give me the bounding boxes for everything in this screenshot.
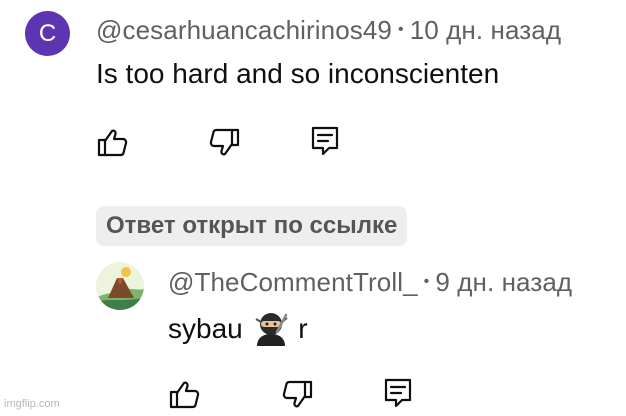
thumbs-down-icon — [280, 378, 314, 412]
reply-avatar[interactable] — [96, 262, 144, 310]
reply-comment-icon — [381, 376, 415, 410]
reply-like-button[interactable] — [168, 378, 202, 412]
reply-text-before: sybau — [168, 313, 243, 344]
thumbs-up-icon — [96, 126, 130, 160]
reply-meta: @TheCommentTroll_ • 9 дн. назад — [168, 267, 572, 298]
reply-timestamp[interactable]: 9 дн. назад — [435, 267, 572, 297]
thumbs-down-icon — [207, 126, 241, 160]
reply-author[interactable]: @TheCommentTroll_ — [168, 267, 418, 297]
comment-text: Is too hard and so inconscienten — [96, 58, 500, 89]
meta-separator: • — [397, 21, 404, 39]
ninja-emoji-icon — [253, 310, 289, 346]
comment-meta: @cesarhuancachirinos49 • 10 дн. назад — [96, 15, 561, 46]
volcano-landscape-icon — [96, 262, 144, 310]
meta-separator: • — [423, 273, 430, 291]
avatar-letter: C — [38, 19, 57, 47]
thumbs-up-icon — [168, 378, 202, 412]
reply-text: sybau r — [168, 310, 308, 346]
reply-reply-button[interactable] — [381, 376, 415, 410]
comment-author[interactable]: @cesarhuancachirinos49 — [96, 15, 392, 45]
reply-dislike-button[interactable] — [280, 378, 314, 412]
avatar[interactable]: C — [25, 11, 70, 56]
dislike-button[interactable] — [207, 126, 241, 160]
reply-opened-by-link-badge: Ответ открыт по ссылке — [96, 206, 408, 246]
watermark: imgflip.com — [4, 398, 60, 410]
reply-comment-icon — [308, 124, 342, 158]
reply-text-after: r — [298, 313, 308, 344]
reply-button[interactable] — [308, 124, 342, 158]
badge-label: Ответ открыт по ссылке — [106, 212, 398, 239]
comment-timestamp[interactable]: 10 дн. назад — [410, 15, 561, 45]
like-button[interactable] — [96, 126, 130, 160]
